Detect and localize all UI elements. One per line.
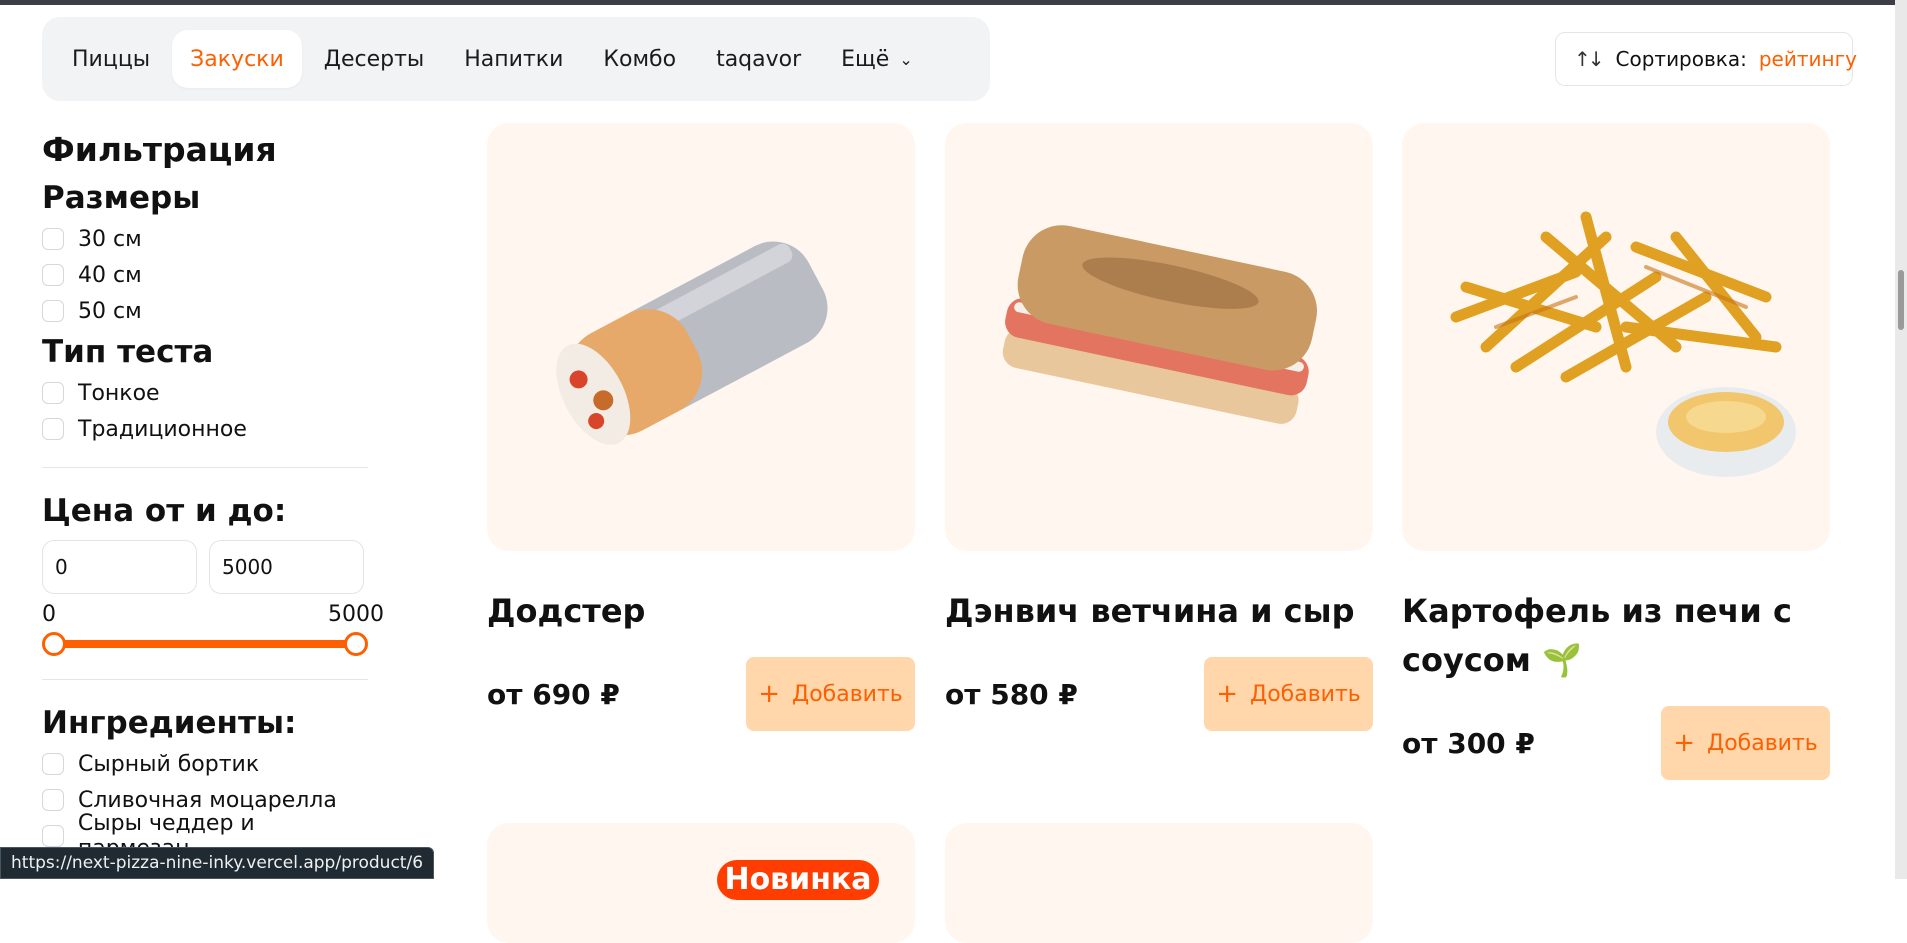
fries-image <box>1450 211 1796 477</box>
category-desserts[interactable]: Десерты <box>306 30 443 88</box>
price-from-input[interactable] <box>42 540 197 594</box>
sandwich-image <box>1002 225 1317 424</box>
dough-title: Тип теста <box>42 334 214 370</box>
dough-option[interactable]: Тонкое <box>42 375 372 411</box>
product-title: Картофель из печи с соусом 🌱 <box>1402 592 1792 679</box>
checkbox[interactable] <box>42 264 64 286</box>
dough-option[interactable]: Традиционное <box>42 411 372 447</box>
size-option-label: 50 см <box>78 298 142 324</box>
more-label: Ещё <box>841 46 890 72</box>
plus-icon: + <box>758 679 781 709</box>
price-range-labels: 0 5000 <box>42 602 384 627</box>
browser-top-edge <box>0 0 1907 5</box>
sort-arrows-icon: ↑↓ <box>1574 47 1604 71</box>
more-categories-button[interactable]: Ещё ⌄ <box>823 30 931 88</box>
category-combo[interactable]: Комбо <box>585 30 694 88</box>
sort-button[interactable]: ↑↓ Сортировка: рейтингу <box>1555 32 1857 86</box>
size-option-label: 30 см <box>78 226 142 252</box>
dough-option-label: Тонкое <box>78 380 160 406</box>
size-option[interactable]: 30 см <box>42 221 372 257</box>
category-taqavor[interactable]: taqavor <box>698 30 819 88</box>
divider <box>42 467 368 468</box>
sort-value: рейтингу <box>1758 47 1857 71</box>
plus-icon: + <box>1673 728 1696 758</box>
status-bar-url: https://next-pizza-nine-inky.vercel.app/… <box>0 847 435 879</box>
product-price: от 300 ₽ <box>1402 726 1535 760</box>
product-image-frame <box>945 123 1373 551</box>
new-badge: Новинка <box>717 860 879 900</box>
product-card[interactable]: Новинка <box>487 823 915 943</box>
add-to-cart-button[interactable]: + Добавить <box>746 657 915 731</box>
ingredient-option[interactable]: Сырный бортик <box>42 746 372 782</box>
sort-label: Сортировка: <box>1615 47 1747 71</box>
ingredient-option-label: Сливочная моцарелла <box>78 787 337 813</box>
add-to-cart-button[interactable]: + Добавить <box>1661 706 1830 780</box>
add-label: Добавить <box>1707 730 1818 756</box>
dough-option-label: Традиционное <box>78 416 247 442</box>
wrap-image <box>556 241 828 445</box>
checkbox[interactable] <box>42 300 64 322</box>
slider-min-handle[interactable] <box>42 632 66 656</box>
price-min-label: 0 <box>42 602 56 627</box>
sizes-title: Размеры <box>42 180 201 216</box>
plus-icon: + <box>1216 679 1239 709</box>
product-card[interactable]: Картофель из печи с соусом 🌱 от 300 ₽ + Д… <box>1402 123 1830 780</box>
filters-title: Фильтрация <box>42 130 277 169</box>
checkbox[interactable] <box>42 228 64 250</box>
checkbox[interactable] <box>42 382 64 404</box>
category-pizzas[interactable]: Пиццы <box>54 30 168 88</box>
price-range-slider[interactable] <box>42 629 368 659</box>
category-nav: Пиццы Закуски Десерты Напитки Комбо taqa… <box>42 17 990 101</box>
price-max-label: 5000 <box>328 602 384 627</box>
size-option-label: 40 см <box>78 262 142 288</box>
ingredient-option-label: Сырный бортик <box>78 751 260 777</box>
price-to-input[interactable] <box>209 540 364 594</box>
divider <box>42 679 368 680</box>
product-price: от 690 ₽ <box>487 677 620 711</box>
product-card[interactable] <box>945 823 1373 943</box>
size-option[interactable]: 40 см <box>42 257 372 293</box>
product-title: Дэнвич ветчина и сыр <box>945 592 1355 630</box>
product-card[interactable]: Дэнвич ветчина и сыр от 580 ₽ + Добавить <box>945 123 1373 731</box>
price-inputs <box>42 540 372 594</box>
product-price: от 580 ₽ <box>945 677 1078 711</box>
filters-sidebar: Фильтрация Размеры 30 см 40 см 50 см Тип… <box>42 125 384 861</box>
size-option[interactable]: 50 см <box>42 293 372 329</box>
page-scrollbar[interactable] <box>1895 0 1907 879</box>
ingredients-title: Ингредиенты: <box>42 705 297 741</box>
product-title: Додстер <box>487 592 646 630</box>
add-label: Добавить <box>1250 681 1361 707</box>
slider-max-handle[interactable] <box>344 632 368 656</box>
checkbox[interactable] <box>42 418 64 440</box>
product-image-frame <box>487 123 915 551</box>
checkbox[interactable] <box>42 789 64 811</box>
scrollbar-thumb[interactable] <box>1898 270 1904 330</box>
slider-track <box>52 640 358 648</box>
category-drinks[interactable]: Напитки <box>446 30 581 88</box>
category-snacks[interactable]: Закуски <box>172 30 302 88</box>
product-card[interactable]: Додстер от 690 ₽ + Добавить <box>487 123 915 731</box>
price-title: Цена от и до: <box>42 493 287 529</box>
chevron-down-icon: ⌄ <box>899 49 913 69</box>
product-image-frame <box>1402 123 1830 551</box>
checkbox[interactable] <box>42 825 64 847</box>
add-to-cart-button[interactable]: + Добавить <box>1204 657 1373 731</box>
checkbox[interactable] <box>42 753 64 775</box>
add-label: Добавить <box>792 681 903 707</box>
